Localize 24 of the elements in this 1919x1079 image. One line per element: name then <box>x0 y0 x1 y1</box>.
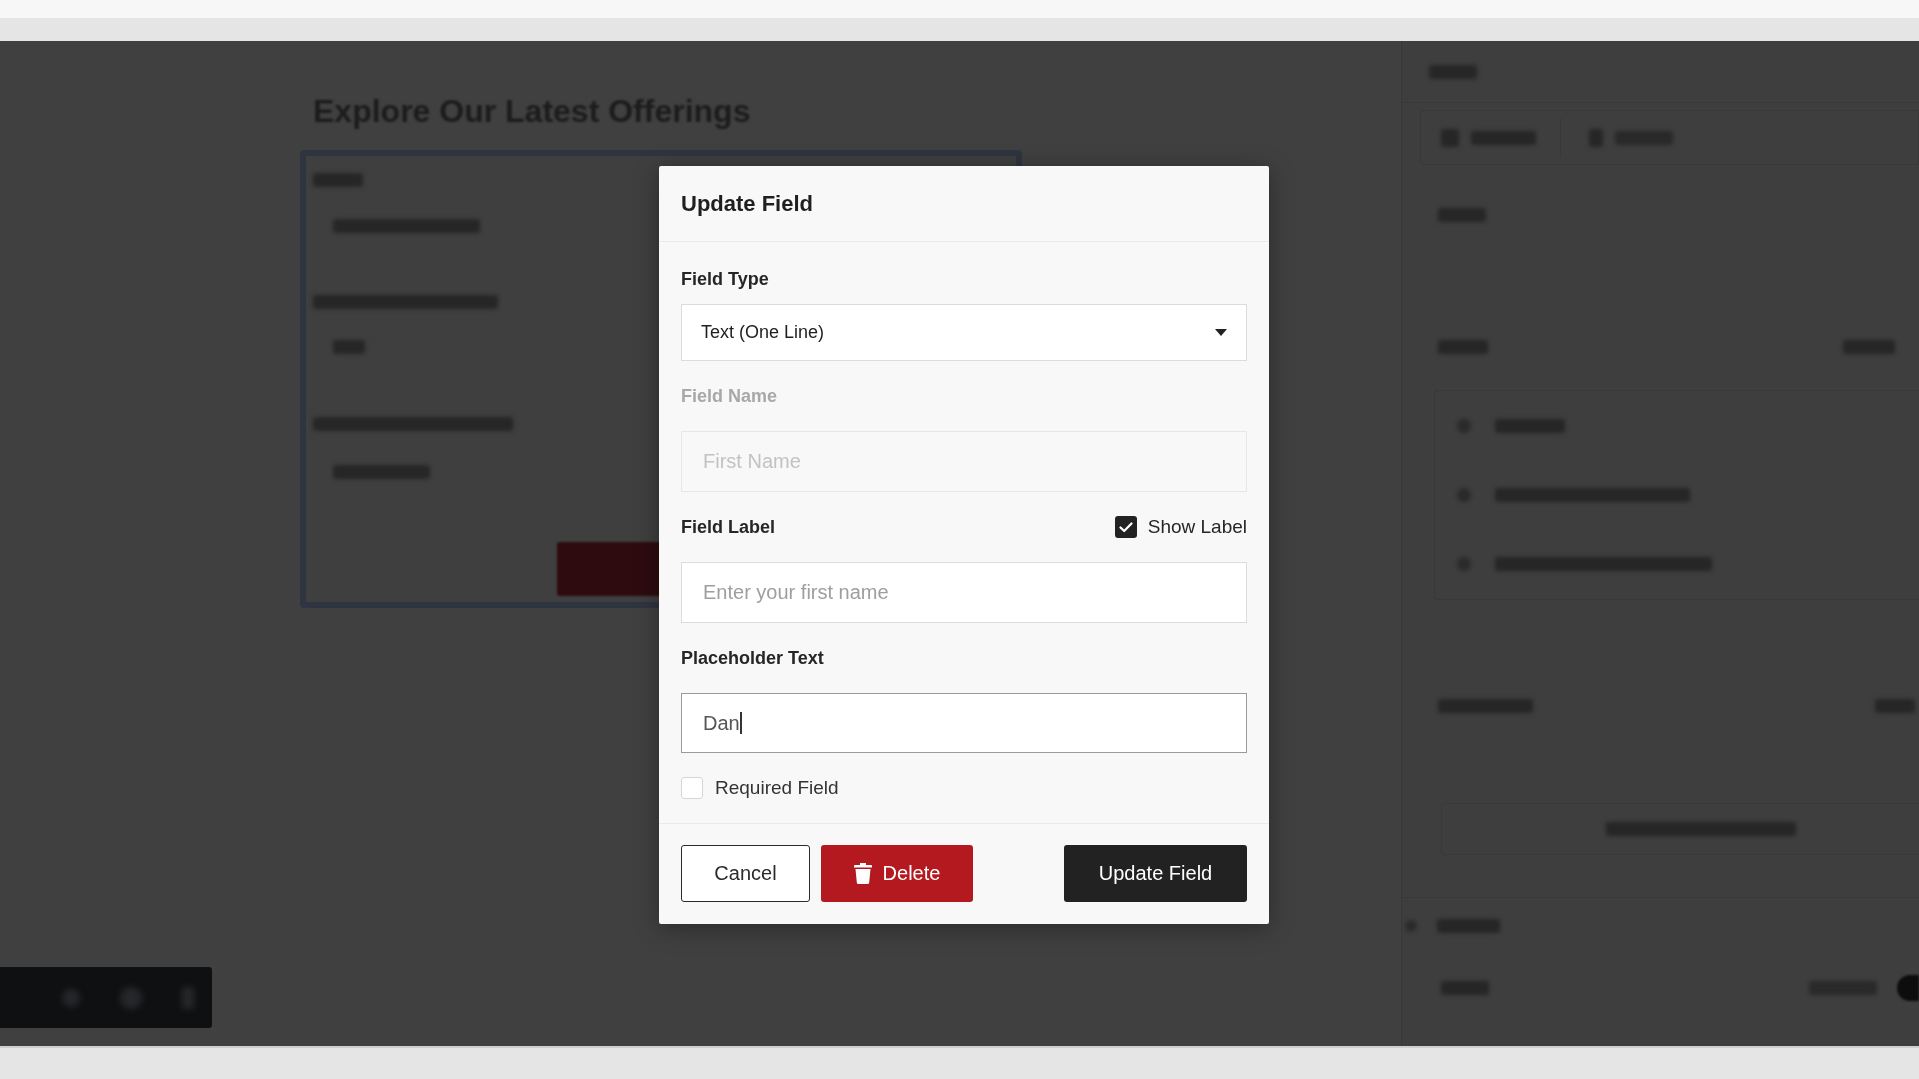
field-label: Field Type <box>681 267 769 291</box>
check-icon <box>1118 521 1133 533</box>
caret-down-icon <box>1215 329 1227 336</box>
delete-button[interactable]: Delete <box>821 844 973 902</box>
dialog-title: Update Field <box>681 190 813 218</box>
trash-icon <box>853 862 872 884</box>
blurred-icon <box>62 988 80 1007</box>
checkbox[interactable] <box>681 777 703 800</box>
field-label: Field Name <box>681 384 778 408</box>
submit-button[interactable]: Update Field <box>1064 844 1247 902</box>
field-label: Field Label <box>681 515 776 539</box>
checkbox-label: Required Field <box>715 776 839 800</box>
checkbox[interactable] <box>1114 516 1137 538</box>
blurred-icon <box>120 986 142 1009</box>
text-input[interactable]: Enter your first name <box>681 562 1247 623</box>
field-label: Placeholder Text <box>681 646 824 670</box>
text-input[interactable]: Dan <box>681 693 1247 753</box>
checkbox-label: Show Label <box>1147 514 1247 539</box>
cancel-button[interactable]: Cancel <box>681 844 810 902</box>
text-cursor-icon <box>739 712 742 734</box>
blurred-text <box>313 173 363 187</box>
blurred-icon <box>1897 975 1919 1001</box>
blurred-text <box>333 340 365 354</box>
select-field[interactable]: Text (One Line) <box>681 304 1247 361</box>
